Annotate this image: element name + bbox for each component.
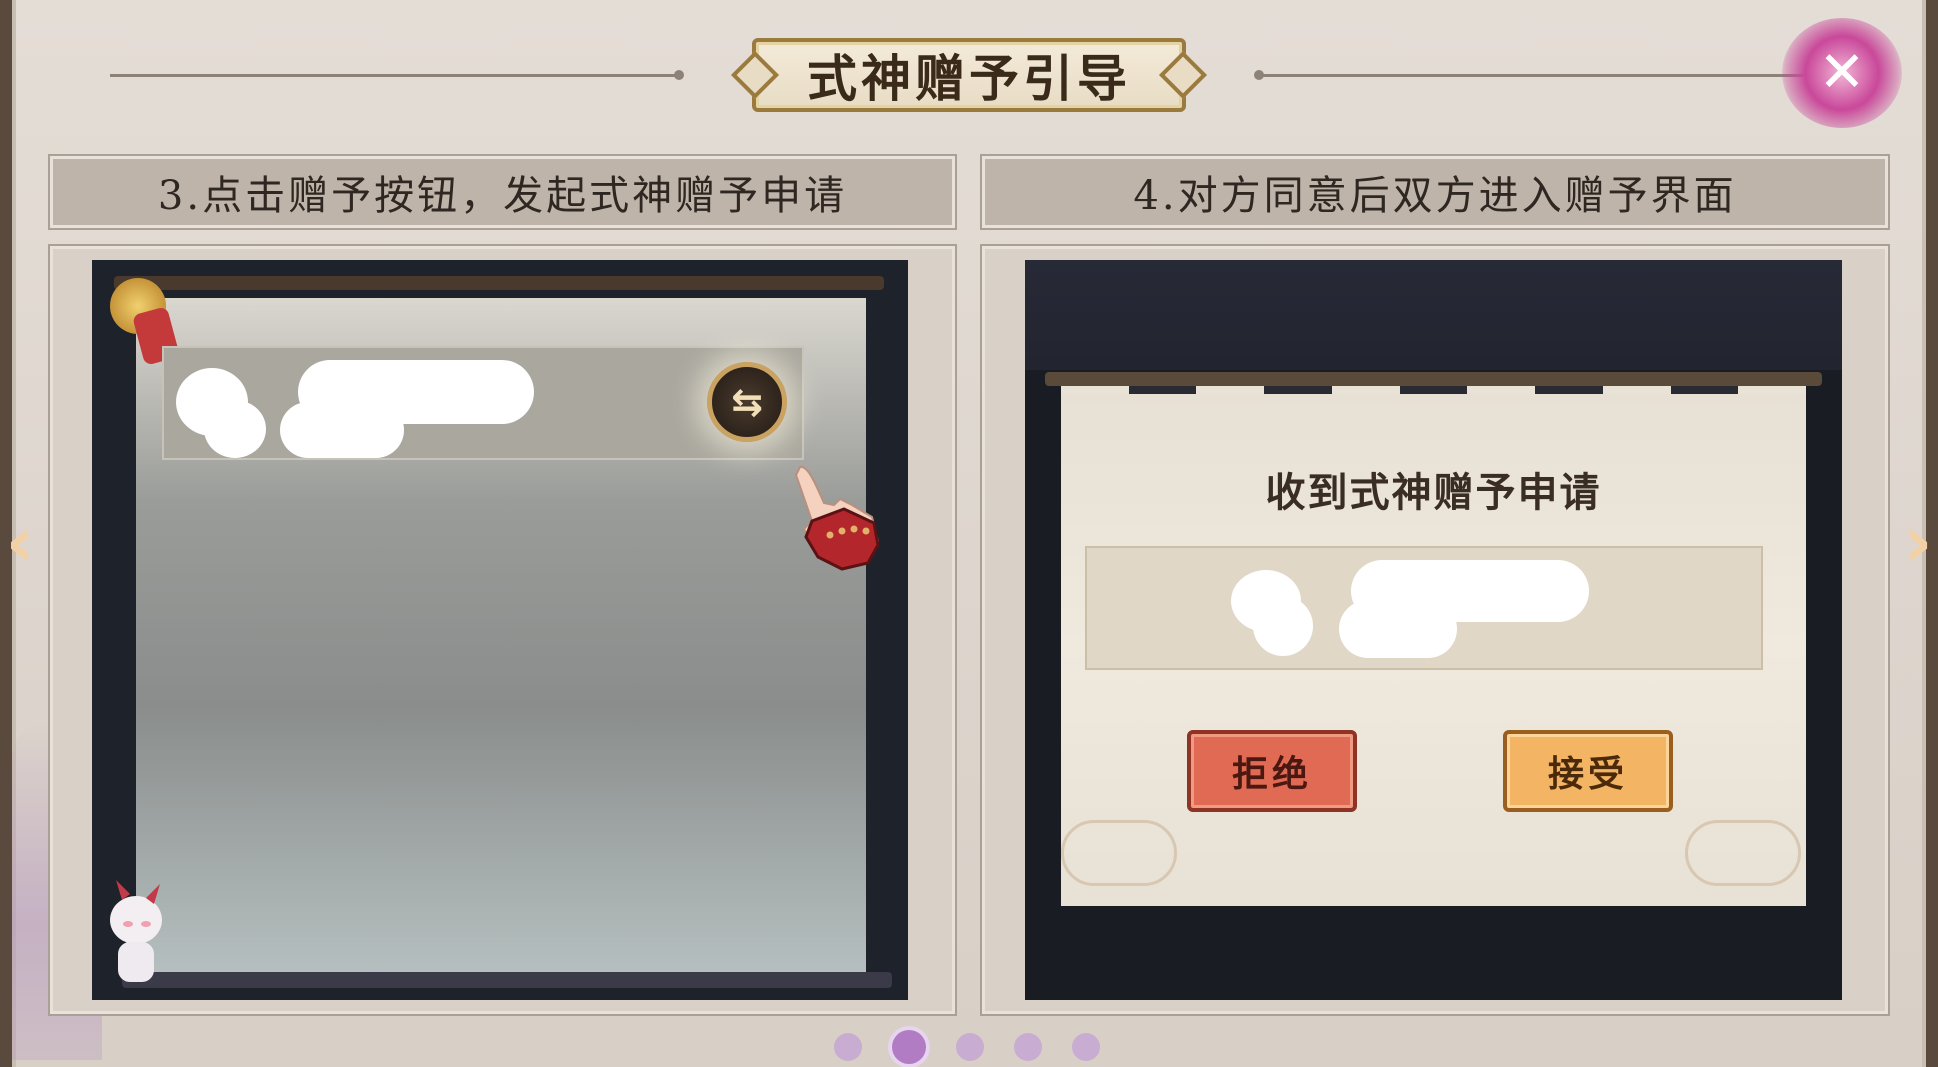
pointing-hand-icon <box>794 465 880 571</box>
chevron-right-icon: › <box>1903 501 1933 583</box>
redacted-info <box>280 402 404 458</box>
step-3-header: 3.点击赠予按钮，发起式神赠予申请 <box>48 154 957 230</box>
bunny-mascot <box>110 880 162 982</box>
scroll-rod-bottom <box>122 972 892 988</box>
close-button[interactable]: ✕ <box>1782 18 1902 128</box>
redacted-avatar-part <box>204 400 266 458</box>
page-dot-3[interactable] <box>956 1033 984 1061</box>
chevron-left-icon: ‹ <box>5 501 35 583</box>
page-indicator <box>834 1030 1100 1064</box>
request-dialog-title: 收到式神赠予申请 <box>1265 469 1602 516</box>
page-dot-5[interactable] <box>1072 1033 1100 1061</box>
redacted-avatar-part <box>1253 596 1313 656</box>
step-4-illustration: 收到式神赠予申请 拒绝 接受 <box>1025 260 1842 1000</box>
next-page-button[interactable]: › <box>1898 500 1938 584</box>
cloud-ornament <box>1685 820 1801 886</box>
scroll-rod <box>1045 372 1822 386</box>
redacted-info <box>1339 600 1457 658</box>
gift-swap-button[interactable]: ⇆ <box>707 362 787 442</box>
cloud-ornament <box>1061 820 1177 886</box>
title-line-right <box>1254 70 1828 80</box>
step-3-illustration: ⇆ <box>92 260 908 1000</box>
close-icon: ✕ <box>1818 40 1866 105</box>
prev-page-button[interactable]: ‹ <box>0 500 40 584</box>
page-dot-2[interactable] <box>892 1030 926 1064</box>
reject-button[interactable]: 拒绝 <box>1187 730 1357 812</box>
title-line-left <box>110 70 684 80</box>
page-title: 式神赠予引导 <box>807 49 1131 108</box>
accept-button[interactable]: 接受 <box>1503 730 1673 812</box>
swap-arrows-icon: ⇆ <box>731 380 763 424</box>
page-dot-4[interactable] <box>1014 1033 1042 1061</box>
title-plaque: 式神赠予引导 <box>752 38 1186 112</box>
step-4-header: 4.对方同意后双方进入赠予界面 <box>980 154 1890 230</box>
scroll-rod-top <box>114 276 884 290</box>
dark-background <box>1025 260 1842 370</box>
page-dot-1[interactable] <box>834 1033 862 1061</box>
